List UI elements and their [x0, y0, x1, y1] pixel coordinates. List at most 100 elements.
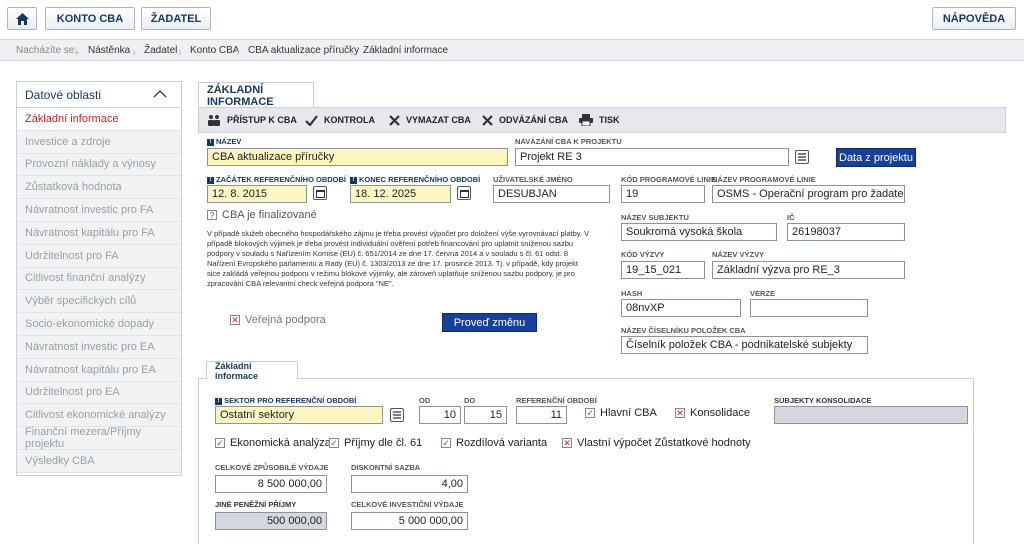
printer-icon [579, 114, 593, 126]
celkove-zpusobile-input[interactable]: 8 500 000,00 [215, 475, 327, 493]
nazev-vyzvy-input[interactable]: Základní výzva pro RE_3 [712, 261, 905, 279]
hlavni-cba-checkbox[interactable]: ✓ Hlavní CBA [585, 407, 657, 419]
jine-input[interactable]: 500 000,00 [215, 512, 327, 530]
finalizovane-label: CBA je finalizované [222, 209, 317, 221]
sektor-label: ! SEKTOR PRO REFERENČNÍ OBDOBÍ [215, 396, 356, 405]
chevron-up-icon[interactable] [153, 90, 167, 98]
subtab-zakladni-informace[interactable]: Základní informace [206, 361, 298, 381]
calendar-icon[interactable] [457, 186, 471, 200]
list-icon[interactable] [390, 408, 404, 422]
odvazani-label: ODVÁZÁNÍ CBA [499, 115, 568, 125]
nazev-label: ! NÁZEV [207, 137, 241, 146]
sidebar-item-navratnost-investic-ea[interactable]: Návratnost investic pro EA [17, 335, 181, 359]
breadcrumb: Nacházíte se: › Nástěnka › Žadatel › Kon… [0, 39, 1024, 61]
sidebar-item-citlivost-financni[interactable]: Citlivost finanční analýzy [17, 267, 181, 291]
sidebar-item-zakladni-informace[interactable]: Základní informace [17, 108, 181, 131]
konto-cba-button[interactable]: KONTO CBA [45, 7, 135, 30]
od-input[interactable]: 10 [419, 406, 461, 424]
check-icon: ✓ [329, 437, 339, 448]
hlavni-cba-label: Hlavní CBA [600, 407, 657, 419]
vymazat-label: VYMAZAT CBA [406, 115, 471, 125]
pristup-button[interactable]: PŘÍSTUP K CBA [207, 108, 297, 132]
verejna-podpora-checkbox[interactable]: ✕ Veřejná podpora [230, 314, 326, 326]
sidebar-item-zustatkova-hodnota[interactable]: Zůstatková hodnota [17, 176, 181, 200]
vlastni-vypocet-checkbox[interactable]: ✕ Vlastní výpočet Zůstatkové hodnoty [562, 437, 751, 449]
rozdilova-checkbox[interactable]: ✓ Rozdílová varianta [441, 437, 547, 449]
do-input[interactable]: 15 [464, 406, 507, 424]
ciselnik-input[interactable]: Číselník položek CBA - podnikatelské sub… [621, 336, 868, 354]
question-icon: ? [207, 210, 217, 220]
breadcrumb-item[interactable]: Konto CBA [190, 45, 239, 56]
vymazat-button[interactable]: VYMAZAT CBA [389, 108, 471, 132]
konec-label: ! KONEC REFERENČNÍHO OBDOBÍ [350, 175, 480, 184]
sidebar-item-vyber-cilu[interactable]: Výběr specifických cílů [17, 290, 181, 314]
konec-input[interactable]: 18. 12. 2025 [350, 185, 451, 203]
verejna-podpora-label: Veřejná podpora [245, 314, 326, 326]
napoveda-button[interactable]: NÁPOVĚDA [932, 7, 1016, 30]
prijmy-checkbox[interactable]: ✓ Příjmy dle čl. 61 [329, 437, 422, 449]
proved-zmenu-button[interactable]: Proveď změnu [442, 313, 537, 332]
kod-vyzvy-input[interactable]: 19_15_021 [621, 261, 705, 279]
nazev-subjektu-label: NÁZEV SUBJEKTU [621, 213, 689, 222]
sidebar-item-vysledky[interactable]: Výsledky CBA [17, 449, 181, 473]
sidebar-item-udrzitelnost-fa[interactable]: Udržitelnost pro FA [17, 244, 181, 268]
home-icon [15, 12, 29, 25]
calendar-icon[interactable] [313, 186, 327, 200]
nazev-pl-input[interactable]: OSMS - Operační program pro žadatele [712, 185, 905, 203]
diskontni-input[interactable]: 4,00 [351, 475, 468, 493]
data-z-projektu-button[interactable]: Data z projektu [836, 148, 916, 167]
hash-input[interactable]: 08nvXP [621, 299, 741, 317]
ic-input[interactable]: 26198037 [787, 223, 905, 241]
ref-input[interactable]: 11 [516, 406, 567, 424]
breadcrumb-item[interactable]: Žadatel [144, 45, 177, 56]
sidebar-item-financni-mezera[interactable]: Finanční mezera/Příjmy projektu [17, 426, 181, 450]
users-icon [208, 115, 220, 126]
konsolidace-checkbox[interactable]: ✕ Konsolidace [675, 407, 750, 419]
konsolidace-label: Konsolidace [690, 407, 750, 419]
sidebar-header[interactable]: Datové oblasti [17, 82, 181, 108]
zacatek-input[interactable]: 12. 8. 2015 [207, 185, 307, 203]
breadcrumb-item[interactable]: CBA aktualizace příručky [248, 45, 359, 56]
check-icon: ✓ [215, 437, 225, 448]
sidebar-item-navratnost-kapitalu-fa[interactable]: Návratnost kapitálu pro FA [17, 221, 181, 245]
hash-label: HASH [621, 289, 643, 298]
sidebar-item-navratnost-investic-fa[interactable]: Návratnost investic pro FA [17, 199, 181, 222]
kod-pl-label: KÓD PROGRAMOVÉ LINIE [621, 175, 717, 184]
sidebar-item-investice[interactable]: Investice a zdroje [17, 130, 181, 154]
x-mark-icon: ✕ [562, 437, 572, 448]
zadatel-button[interactable]: ŽADATEL [141, 7, 211, 30]
nazev-input[interactable]: CBA aktualizace příručky [207, 148, 508, 166]
verze-input[interactable] [750, 299, 868, 317]
subjekty-input[interactable] [774, 406, 968, 424]
vlastni-vypocet-label: Vlastní výpočet Zůstatkové hodnoty [577, 437, 751, 449]
uzivatel-input[interactable]: DESUBJAN [493, 185, 610, 203]
sidebar-item-provozni-naklady[interactable]: Provozní náklady a výnosy [17, 153, 181, 177]
chevron-right-icon: › [132, 45, 136, 59]
finalizovane-checkbox[interactable]: ? CBA je finalizované [207, 209, 317, 221]
kod-pl-input[interactable]: 19 [621, 185, 705, 203]
kontrola-label: KONTROLA [324, 115, 375, 125]
tisk-button[interactable]: TISK [579, 108, 620, 132]
list-icon[interactable] [795, 150, 809, 164]
kontrola-button[interactable]: KONTROLA [305, 108, 375, 132]
zacatek-label: ! ZAČÁTEK REFERENČNÍHO OBDOBÍ [207, 175, 346, 184]
sidebar-item-navratnost-kapitalu-ea[interactable]: Návratnost kapitálu pro EA [17, 358, 181, 382]
pristup-label: PŘÍSTUP K CBA [227, 115, 297, 125]
ekonomicka-checkbox[interactable]: ✓ Ekonomická analýza [215, 437, 331, 449]
nazev-subjektu-input[interactable]: Soukromá vysoká škola [621, 223, 777, 241]
celkove-invest-input[interactable]: 5 000 000,00 [351, 512, 468, 530]
sidebar: Datové oblasti Základní informace Invest… [16, 81, 182, 476]
diskontni-label: DISKONTNÍ SAZBA [351, 463, 421, 472]
sidebar-item-citlivost-ekonomicke[interactable]: Citlivost ekonomické analýzy [17, 404, 181, 428]
home-button[interactable] [7, 7, 37, 30]
sidebar-item-socio-ekonomicke[interactable]: Socio-ekonomické dopady [17, 313, 181, 336]
tab-zakladni-informace[interactable]: ZÁKLADNÍ INFORMACE [198, 82, 314, 108]
breadcrumb-item[interactable]: Nástěnka [88, 45, 130, 56]
sidebar-item-udrzitelnost-ea[interactable]: Udržitelnost pro EA [17, 381, 181, 405]
odvazani-button[interactable]: ODVÁZÁNÍ CBA [482, 108, 568, 132]
navazani-input[interactable]: Projekt RE 3 [515, 148, 789, 166]
celkove-zpusobile-label: CELKOVÉ ZPŮSOBILÉ VÝDAJE [215, 463, 329, 472]
rozdilova-label: Rozdílová varianta [456, 437, 548, 449]
sektor-input[interactable]: Ostatní sektory [215, 406, 383, 424]
ref-label: REFERENČNÍ OBDOBÍ [516, 396, 597, 405]
